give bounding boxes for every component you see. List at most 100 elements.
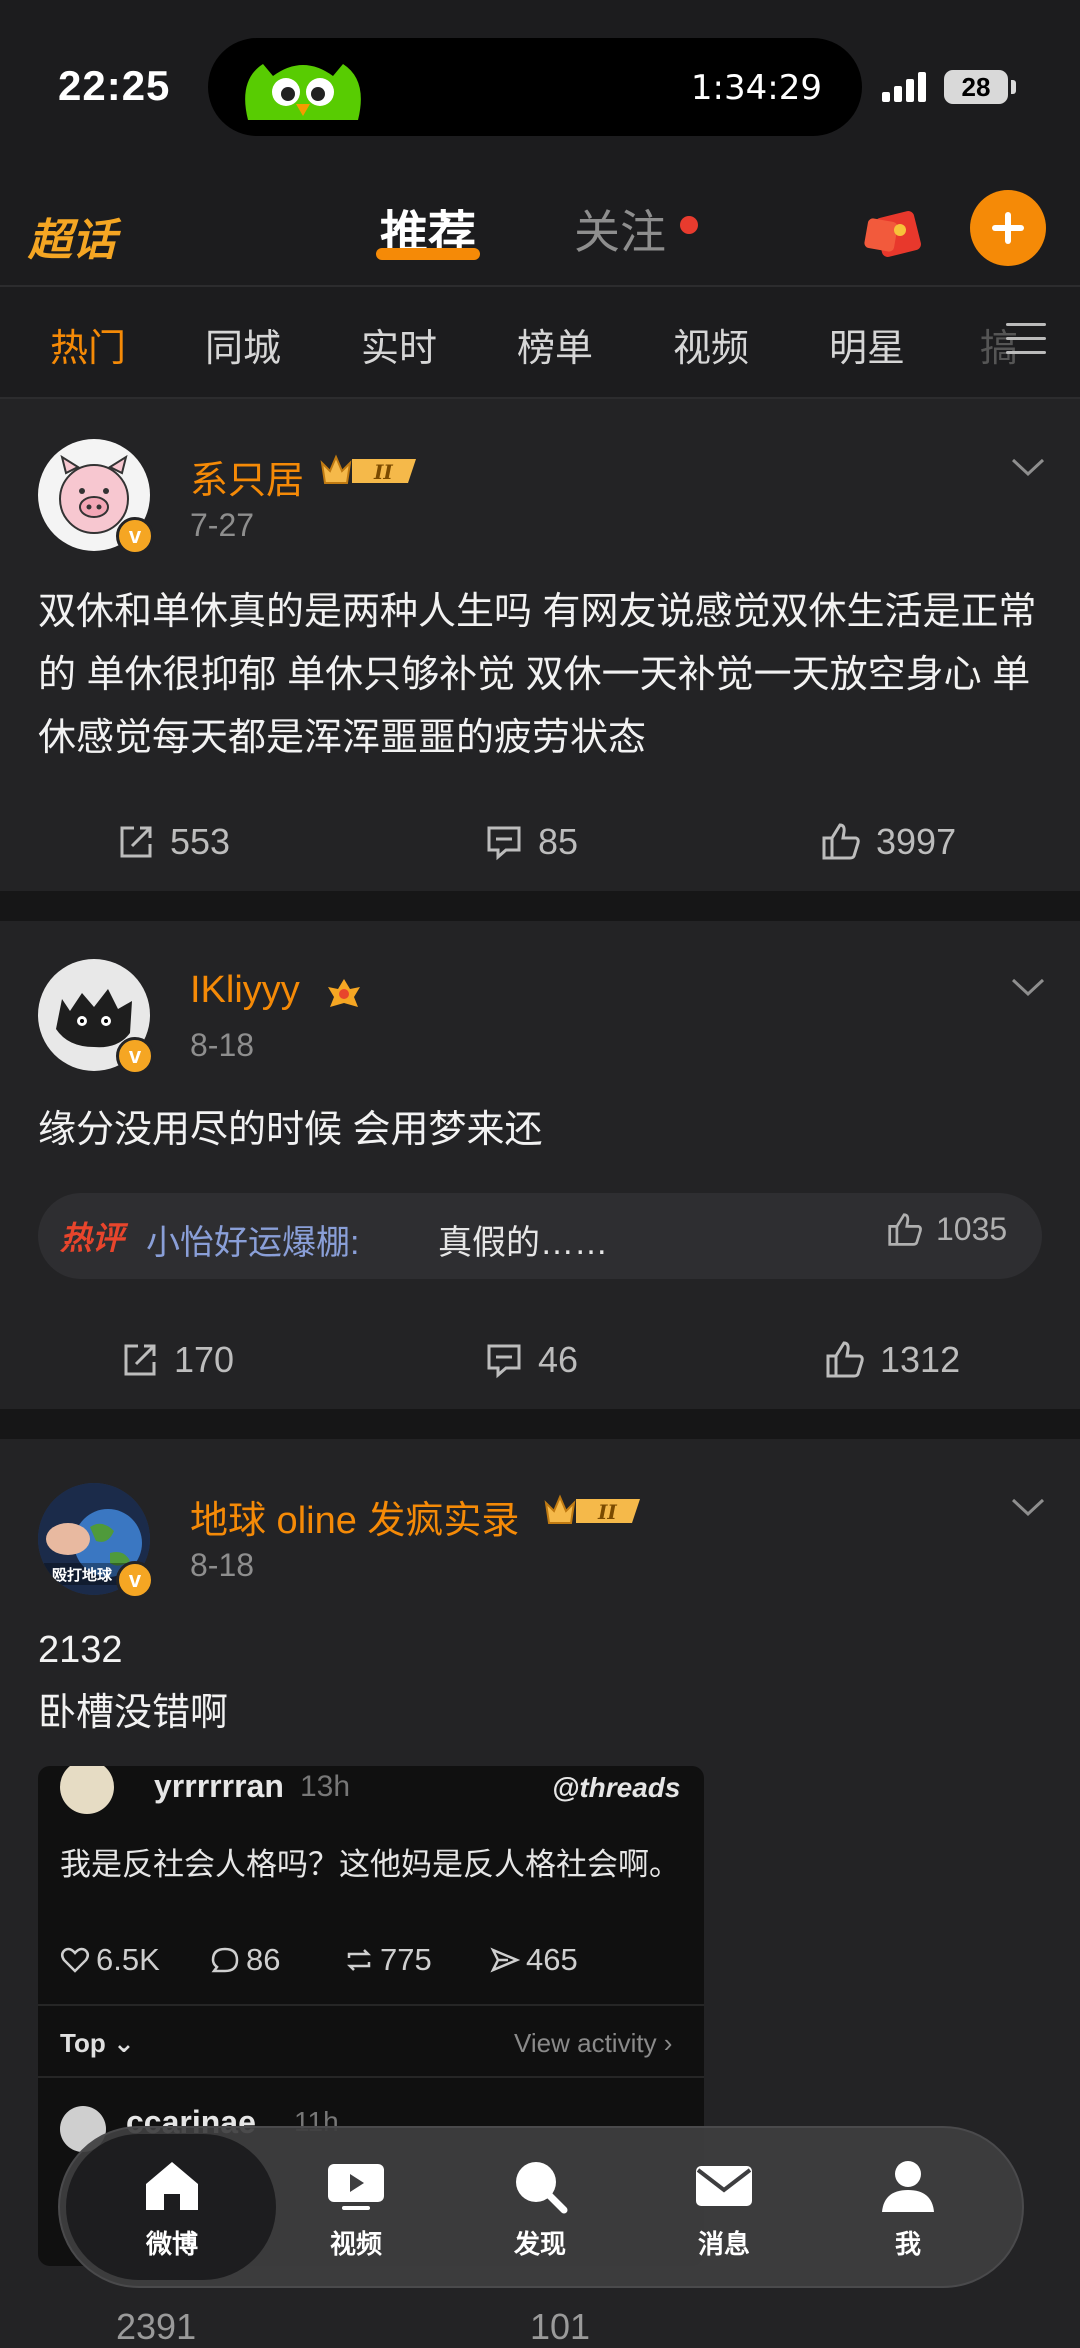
category-star[interactable]: 明星	[829, 317, 905, 372]
post-actions: 553 85 3997	[0, 812, 1080, 872]
tab-discover[interactable]: 发现	[480, 2158, 600, 2268]
comment-count: 46	[538, 1339, 579, 1380]
embed-time: 13h	[300, 1770, 351, 1803]
heart-icon	[61, 1947, 89, 1973]
active-tab-indicator	[376, 248, 480, 260]
repost-icon	[124, 1344, 156, 1376]
divider	[38, 2076, 704, 2078]
category-realtime[interactable]: 实时	[361, 317, 437, 372]
verified-badge: v	[116, 1561, 154, 1599]
dynamic-island[interactable]: 1:34:29	[208, 38, 862, 136]
comment-bubble-icon	[211, 1947, 239, 1973]
post-username[interactable]: 系只居	[190, 449, 304, 504]
hot-comment-user[interactable]: 小怡好运爆棚:	[146, 1215, 359, 1264]
send-icon	[490, 1947, 520, 1973]
feed-post[interactable]: v IKliyyy 8-18 缘分没用尽的时候 会用梦来还 热评 小怡好运爆棚:…	[0, 921, 1080, 1409]
cellular-signal-icon	[882, 72, 926, 102]
embed-text: 我是反社会人格吗？这他妈是反人格社会啊。	[60, 1847, 680, 1882]
embed-view-activity: View activity ›	[514, 2028, 673, 2058]
category-video[interactable]: 视频	[673, 317, 749, 372]
repost-count: 170	[174, 1339, 235, 1380]
category-local[interactable]: 同城	[205, 317, 281, 372]
embed-username: yrrrrrran	[154, 1768, 284, 1804]
repost-icon	[120, 826, 152, 858]
repost-arrows-icon	[346, 1949, 372, 1971]
embed-likes: 6.5K	[60, 1942, 160, 1978]
like-count: 3997	[876, 821, 957, 862]
home-icon	[146, 2162, 198, 2210]
svg-text:II: II	[373, 460, 393, 484]
embed-comments: 86	[210, 1942, 280, 1978]
post-date: 8-18	[190, 1547, 255, 1583]
hot-comment-like[interactable]: 1035	[886, 1211, 1007, 1248]
supertopic-label: 超话	[28, 216, 116, 265]
post-actions-peek: 2391 101	[0, 2300, 1080, 2348]
bottom-tab-bar: 微博 视频 发现 消息 我	[58, 2126, 1024, 2288]
chevron-down-icon[interactable]	[1010, 455, 1046, 479]
post-content-line2: 卧槽没错啊	[38, 1692, 229, 1734]
verified-badge: v	[116, 517, 154, 555]
divider	[38, 2004, 704, 2006]
avatar-caption: 殴打地球	[52, 1566, 113, 1584]
chevron-down-icon[interactable]	[1010, 1495, 1046, 1519]
person-icon	[882, 2161, 934, 2212]
repost-button[interactable]: 553	[116, 812, 230, 872]
red-packet-icon[interactable]	[860, 200, 930, 260]
verified-badge: v	[116, 1037, 154, 1075]
tab-label: 消息	[697, 2229, 750, 2259]
tab-video[interactable]: 视频	[296, 2158, 416, 2268]
tab-profile[interactable]: 我	[848, 2158, 968, 2268]
svg-text:II: II	[597, 1500, 617, 1524]
feed-post[interactable]: v 系只居 II 7-27 双休和单休真的是两种人生吗 有网友说感觉双休生活是正…	[0, 399, 1080, 891]
video-play-icon	[328, 2164, 384, 2210]
threads-brand: threads	[579, 1772, 681, 1803]
post-separator	[0, 1409, 1080, 1439]
post-username[interactable]: 地球 oline 发疯实录	[190, 1489, 519, 1544]
vip-crown-badge-icon: II	[320, 454, 416, 484]
search-icon	[516, 2162, 568, 2214]
embed-likes-count: 6.5K	[96, 1942, 160, 1977]
vip-crown-badge-icon: II	[544, 1494, 640, 1524]
embed-comments-count: 86	[246, 1942, 281, 1977]
island-timer: 1:34:29	[690, 68, 822, 108]
post-content: 缘分没用尽的时候 会用梦来还	[38, 1109, 543, 1151]
tab-messages[interactable]: 消息	[664, 2158, 784, 2268]
repost-button[interactable]: 170	[120, 1330, 234, 1390]
tab-label: 视频	[329, 2229, 382, 2259]
tab-follow[interactable]: 关注	[574, 196, 666, 262]
post-separator	[0, 891, 1080, 921]
comment-icon	[487, 826, 521, 861]
like-button[interactable]: 1312	[824, 1330, 960, 1390]
member-flower-badge-icon	[328, 979, 360, 1007]
post-username[interactable]: IKliyyy	[190, 969, 300, 1012]
supertopic-button[interactable]: 超话	[28, 200, 124, 265]
category-hot[interactable]: 热门	[50, 317, 126, 372]
hot-comment[interactable]: 热评 小怡好运爆棚: 真假的…… 1035	[38, 1193, 1042, 1279]
category-menu-icon[interactable]	[1006, 323, 1046, 357]
hot-comment-text: 真假的……	[438, 1224, 608, 1262]
post-date: 7-27	[190, 507, 255, 543]
battery-indicator: 28	[944, 70, 1008, 104]
embed-reposts-count: 775	[380, 1942, 432, 1977]
compose-plus-button[interactable]	[970, 190, 1046, 266]
thumbs-up-icon	[826, 1341, 864, 1378]
chevron-down-icon[interactable]	[1010, 975, 1046, 999]
comment-button[interactable]: 46	[484, 1330, 578, 1390]
comment-count: 101	[530, 2306, 591, 2347]
tab-label: 微博	[145, 2229, 198, 2259]
status-bar: 22:25 1:34:29 28	[0, 0, 1080, 170]
embed-reposts: 775	[344, 1942, 432, 1978]
tab-weibo-home[interactable]: 微博	[112, 2158, 232, 2268]
comment-count: 85	[538, 821, 579, 862]
category-ranking[interactable]: 榜单	[517, 317, 593, 372]
embed-avatar	[60, 1766, 114, 1814]
threads-logo: @threads	[552, 1772, 681, 1803]
embed-shares: 465	[490, 1942, 578, 1978]
embed-shares-count: 465	[526, 1942, 578, 1977]
embed-sort-label: Top ⌄	[60, 2028, 135, 2058]
like-button[interactable]: 3997	[820, 812, 956, 872]
comment-button[interactable]: 85	[484, 812, 578, 872]
tab-label: 我	[894, 2229, 921, 2259]
thumbs-up-icon	[888, 1212, 922, 1246]
top-nav: 超话 推荐 关注	[0, 170, 1080, 285]
